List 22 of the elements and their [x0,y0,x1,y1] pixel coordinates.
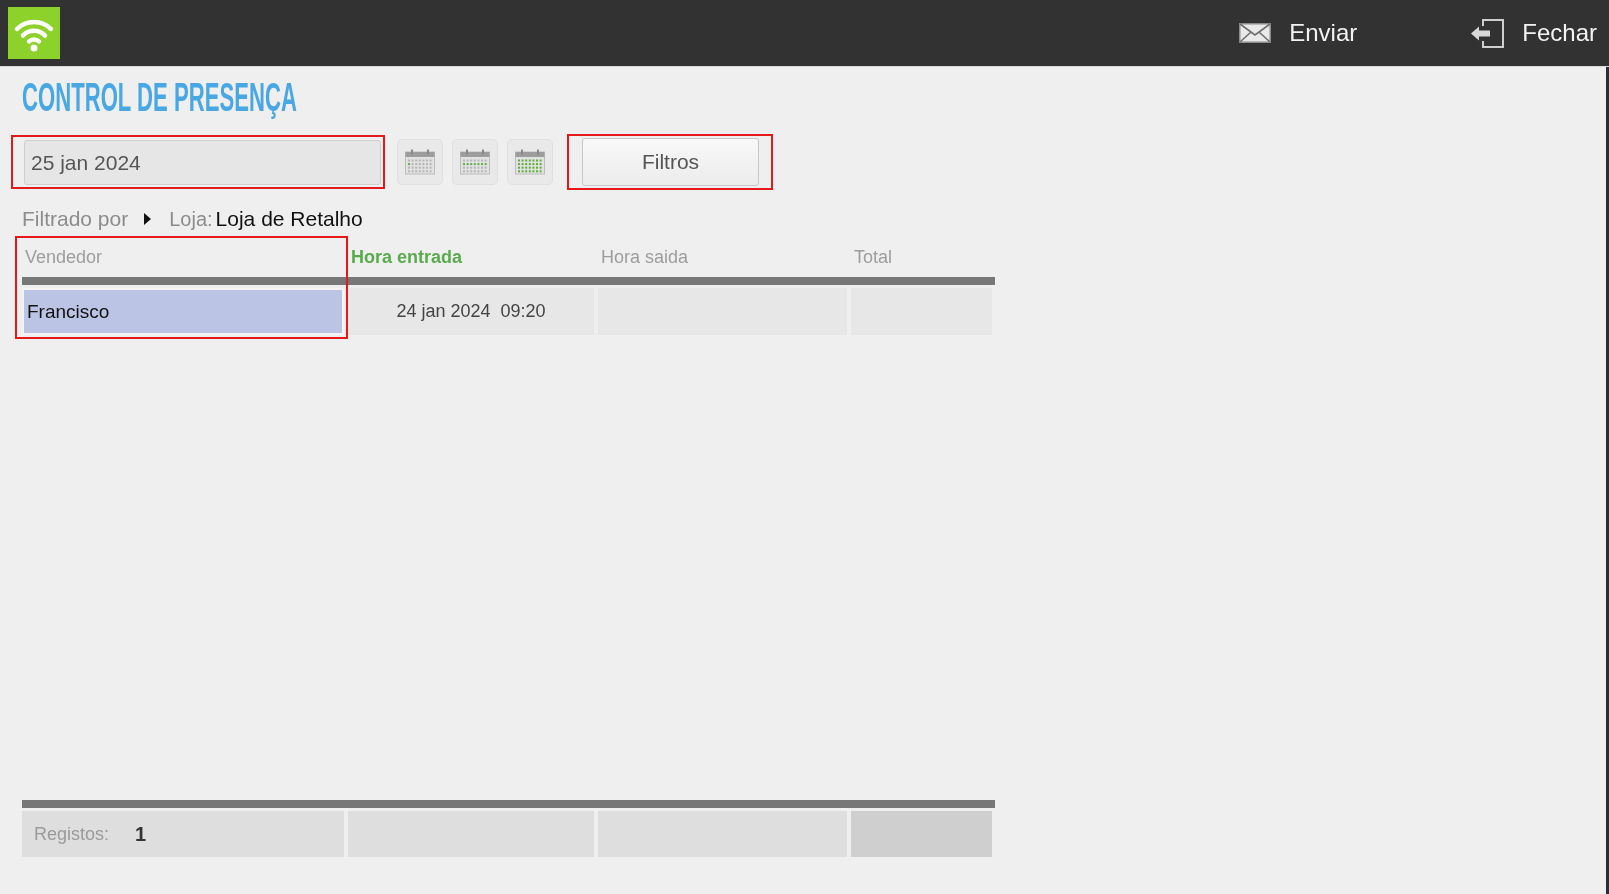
filters-button[interactable]: Filtros [582,138,759,186]
calendar-button[interactable] [507,139,553,185]
close-button[interactable]: Fechar [1470,18,1597,48]
wifi-icon [8,7,60,59]
table-cell: 24 jan 2024 09:20 [348,288,594,335]
send-button[interactable]: Enviar [1239,21,1358,45]
date-field[interactable]: 25 jan 2024 [24,140,381,185]
calendar-icon [460,149,490,175]
calendar-button[interactable] [397,139,443,185]
filter-value: Loja de Retalho [215,206,363,232]
filter-label: Filtrado por [22,206,129,232]
record-count-label: Registos: [34,822,110,846]
calendar-icon [405,149,435,175]
calendar-icon [515,149,545,175]
exit-icon [1470,18,1505,48]
record-count: 1 [135,822,147,847]
caret-icon [144,213,152,225]
page-title: CONTROL DE PRESENÇA [22,77,297,117]
table-cell[interactable]: Francisco [22,288,344,335]
calendar-button[interactable] [452,139,498,185]
filter-field-label: Loja: [169,207,213,232]
envelope-icon [1239,23,1272,43]
